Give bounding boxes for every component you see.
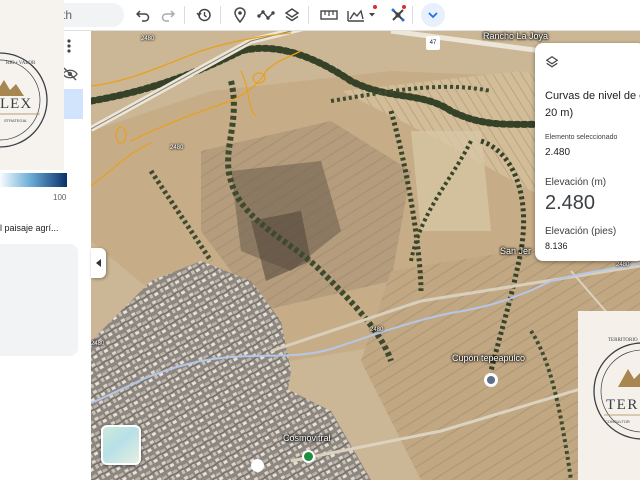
toolbar: rth (0, 0, 640, 31)
elevation-info-card: Curvas de nivel de e 20 m) Elemento sele… (535, 43, 640, 261)
selected-feature-label: Elemento seleccionado (545, 134, 618, 141)
logo-ring-text: RIO • VALOR (6, 61, 36, 66)
layer-details-card[interactable] (0, 244, 78, 356)
company-logo: RIO • VALOR LEX STRATEGIA (0, 0, 64, 170)
selected-feature-value: 2.480 (545, 147, 571, 158)
place-label-cosmovitral[interactable]: Cosmovitral (283, 433, 331, 443)
layers-icon[interactable] (281, 4, 303, 26)
elevation-ft-value: 8.136 (545, 241, 568, 251)
logo-wordmark: LEX (0, 96, 32, 112)
logo-tagline: CONSULTOR (605, 419, 630, 424)
contour-label: 2480 (91, 341, 105, 347)
more-options-icon[interactable] (64, 38, 74, 54)
map-type-switcher[interactable] (101, 425, 141, 465)
toolbar-divider (412, 6, 413, 24)
logo-wordmark: TER (606, 397, 639, 413)
undo-icon[interactable] (132, 4, 154, 26)
elevation-profile-icon[interactable] (345, 4, 367, 26)
logo-ring-text: TERRITORIO (608, 338, 638, 343)
ruler-icon[interactable] (318, 4, 340, 26)
legend-max-label: 100 (53, 193, 67, 202)
contour-label: 2480 (370, 327, 384, 333)
company-logo: TERRITORIO TER CONSULTOR (578, 311, 640, 480)
chevron-down-icon (428, 12, 438, 19)
place-pin-icon[interactable] (302, 450, 315, 463)
contour-label: 2480 (616, 262, 630, 268)
placemark-icon[interactable] (229, 4, 251, 26)
place-label-cupon[interactable]: Cupón tepeapulco (452, 353, 525, 363)
toolbar-divider (220, 6, 221, 24)
legend-gradient (0, 173, 67, 187)
history-icon[interactable] (193, 4, 215, 26)
notification-dot (402, 5, 406, 9)
place-pin-icon[interactable] (484, 373, 498, 387)
contour-label: 2480 (170, 145, 184, 151)
redo-icon[interactable] (157, 4, 179, 26)
toolbar-divider (184, 6, 185, 24)
elevation-m-label: Elevación (m) (545, 177, 607, 188)
logo-tagline: STRATEGIA (4, 118, 27, 123)
chevron-left-icon (95, 259, 101, 267)
logo-seal: RIO • VALOR LEX STRATEGIA (0, 52, 48, 148)
expand-button[interactable] (421, 3, 445, 27)
elevation-m-value: 2.480 (545, 192, 596, 214)
layers-icon (545, 56, 559, 68)
visibility-off-icon[interactable] (62, 67, 78, 81)
logo-seal: TERRITORIO TER CONSULTOR (593, 338, 640, 440)
place-label-rancho[interactable]: Rancho La Joya (483, 31, 548, 41)
notification-dot (373, 5, 377, 9)
layer-description[interactable]: l paisaje agrí... (0, 223, 90, 233)
place-pin-icon[interactable] (251, 459, 264, 472)
path-icon[interactable] (255, 4, 277, 26)
highway-shield: 47 (426, 36, 440, 50)
contour-label: 2480 (141, 36, 155, 42)
toolbar-divider (308, 6, 309, 24)
elevation-ft-label: Elevación (pies) (545, 226, 617, 237)
collapse-panel-button[interactable] (91, 248, 106, 278)
place-label-san-jer[interactable]: San Jer (500, 246, 531, 256)
layer-title: Curvas de nivel de e 20 m) (545, 90, 640, 119)
